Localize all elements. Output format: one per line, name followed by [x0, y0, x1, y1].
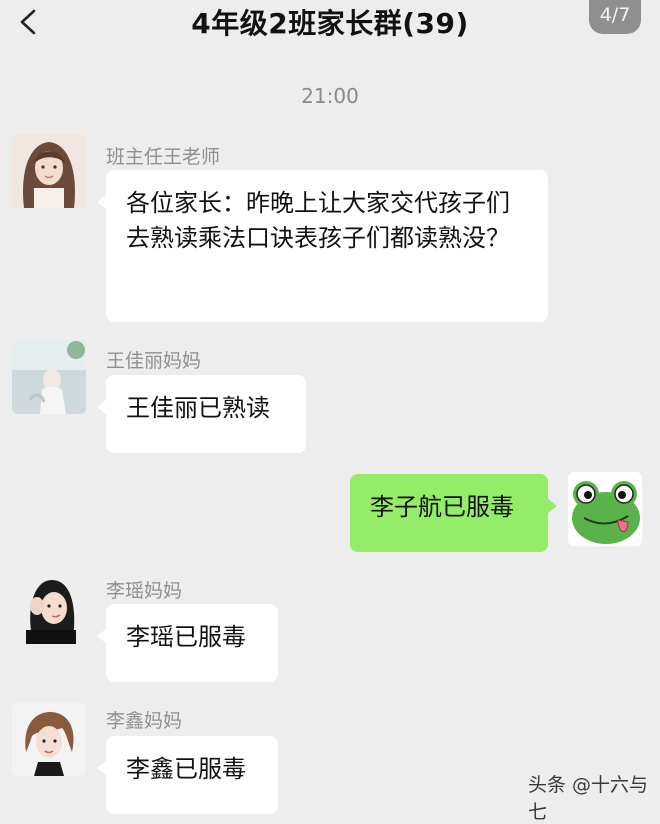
avatar-teacher[interactable] — [12, 134, 86, 208]
message-bubble[interactable]: 李瑶已服毒 — [97, 604, 278, 682]
sender-name: 王佳丽妈妈 — [106, 350, 202, 372]
avatar-parent[interactable] — [12, 340, 86, 414]
watermark: 头条 @十六与七 — [528, 774, 649, 823]
avatar-parent[interactable] — [12, 570, 86, 644]
time-divider: 21:00 — [301, 84, 359, 108]
avatar-self[interactable] — [568, 472, 642, 546]
sender-name: 李瑶妈妈 — [106, 580, 183, 602]
self-message-bubble[interactable]: 李子航已服毒 — [350, 474, 557, 552]
chat-title: 4年级2班家长群(39) — [191, 7, 469, 40]
sender-name: 李鑫妈妈 — [106, 710, 183, 732]
avatar-parent[interactable] — [12, 702, 86, 776]
message-bubble[interactable]: 李鑫已服毒 — [97, 736, 278, 814]
sender-name: 班主任王老师 — [106, 146, 221, 168]
page-indicator: 4/7 — [589, 0, 641, 34]
message-bubble[interactable]: 王佳丽已熟读 — [97, 375, 306, 453]
chat-header: 4年级2班家长群(39) 4/7 — [0, 0, 660, 48]
message-bubble[interactable]: 各位家长：昨晚上让大家交代孩子们去熟读乘法口诀表孩子们都读熟没？ — [97, 170, 548, 322]
